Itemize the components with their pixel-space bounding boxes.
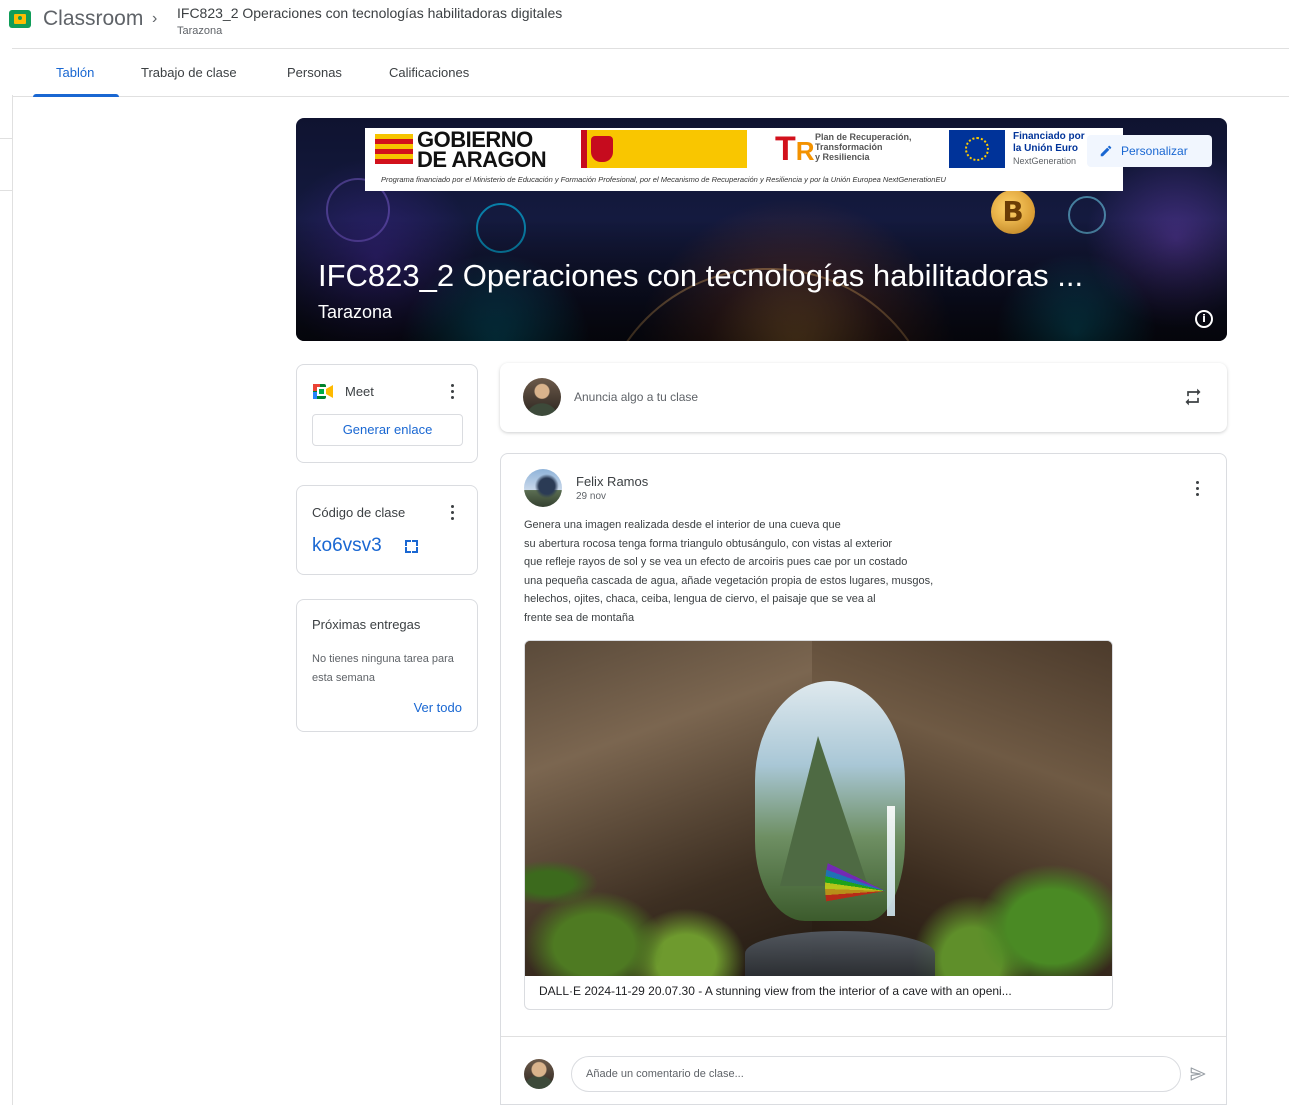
post-body-line: Genera una imagen realizada desde el int… [524, 519, 841, 531]
post-body-line: helechos, ojites, chaca, ceiba, lengua d… [524, 593, 876, 606]
class-section: Tarazona [318, 302, 393, 322]
app-name[interactable]: Classroom [43, 7, 143, 31]
funding-caption: Programa financiado por el Ministerio de… [381, 175, 946, 184]
top-app-bar: Classroom › IFC823_2 Operaciones con tec… [0, 0, 1289, 46]
spain-crest-icon [591, 136, 613, 162]
avatar [524, 1059, 554, 1089]
funding-logos: GOBIERNO DE ARAGON TR Plan de Recuperaci… [365, 128, 1123, 191]
class-banner: B GOBIERNO DE ARAGON TR Plan de Recupera… [296, 118, 1227, 341]
eu-line1: Financiado por [1013, 131, 1085, 142]
customize-button[interactable]: Personalizar [1087, 135, 1212, 167]
google-classroom-icon[interactable] [9, 10, 31, 28]
upcoming-empty-text: No tienes ninguna tarea para esta semana [312, 653, 454, 684]
tab-classwork[interactable]: Trabajo de clase [141, 65, 237, 80]
info-icon[interactable]: i [1195, 310, 1213, 328]
repost-icon[interactable] [1183, 387, 1203, 407]
author-avatar[interactable] [524, 469, 562, 507]
send-icon[interactable] [1189, 1065, 1207, 1083]
class-code-label: Código de clase [312, 505, 406, 520]
image-decor [912, 811, 1112, 976]
post-body: Genera una imagen realizada desde el int… [524, 516, 994, 628]
class-comment-input[interactable]: Añade un comentario de clase... [571, 1056, 1181, 1092]
upcoming-title: Próximas entregas [312, 617, 421, 632]
prtr-line1: Plan de Recuperación, [815, 132, 912, 142]
announce-placeholder[interactable]: Anuncia algo a tu clase [574, 390, 698, 404]
active-tab-indicator [33, 94, 119, 97]
eu-line3: NextGeneration [1013, 156, 1077, 166]
class-tabs: Tablón Trabajo de clase Personas Calific… [12, 48, 1289, 97]
post-body-line: una pequeña cascada de agua, añade veget… [524, 574, 934, 587]
left-rail-divider [12, 95, 13, 1105]
aragon-logo-text: GOBIERNO DE ARAGON [417, 129, 547, 172]
comment-divider [501, 1036, 1226, 1037]
more-vert-icon[interactable] [1195, 481, 1199, 499]
image-attachment[interactable]: DALL·E 2024-11-29 20.07.30 - A stunning … [524, 640, 1113, 1010]
eu-line2: la Unión Euro [1013, 143, 1078, 154]
stream-post: Felix Ramos 29 nov Genera una imagen rea… [500, 453, 1227, 1105]
generate-link-button[interactable]: Generar enlace [312, 414, 463, 446]
google-meet-icon [313, 384, 333, 399]
aragon-line2: DE ARAGON [417, 147, 547, 172]
spain-government-logo [581, 130, 747, 168]
image-decor [745, 931, 935, 976]
attachment-title[interactable]: DALL·E 2024-11-29 20.07.30 - A stunning … [539, 984, 1012, 998]
upcoming-card: Próximas entregas No tienes ninguna tare… [296, 599, 478, 732]
class-code-card: Código de clase ko6vsv3 [296, 485, 478, 575]
class-code-value: ko6vsv3 [312, 535, 382, 556]
tab-people[interactable]: Personas [287, 65, 342, 80]
avatar [523, 378, 561, 416]
left-rail-tick [0, 190, 12, 191]
prtr-logo-text: Plan de Recuperación, Transformación y R… [815, 132, 912, 162]
meet-card: Meet Generar enlace [296, 364, 478, 463]
meet-label: Meet [345, 384, 374, 399]
image-decor [887, 806, 895, 916]
chevron-right-icon: › [152, 10, 158, 27]
post-body-line: que refleje rayos de sol y se vea un efe… [524, 556, 908, 569]
prtr-line2: Transformación [815, 142, 883, 152]
aragon-flag-logo [375, 134, 413, 164]
post-author[interactable]: Felix Ramos [576, 474, 648, 489]
customize-label: Personalizar [1121, 144, 1188, 158]
announce-box[interactable]: Anuncia algo a tu clase [500, 363, 1227, 432]
prtr-logo: TR [775, 130, 815, 168]
more-vert-icon[interactable] [450, 505, 454, 523]
class-title: IFC823_2 Operaciones con tecnologías hab… [318, 258, 1084, 293]
post-date: 29 nov [576, 491, 607, 502]
image-decor [525, 821, 755, 976]
left-rail-tick [0, 138, 12, 139]
post-body-line: frente sea de montaña [524, 611, 635, 624]
eu-logo-text: Financiado por la Unión Euro NextGenerat… [1013, 131, 1085, 167]
view-all-link[interactable]: Ver todo [414, 700, 462, 715]
eu-flag-logo [949, 130, 1005, 168]
breadcrumb-class-title[interactable]: IFC823_2 Operaciones con tecnologías hab… [177, 5, 562, 21]
comment-placeholder: Añade un comentario de clase... [586, 1068, 744, 1080]
post-body-line: su abertura rocosa tenga forma triangulo… [524, 537, 893, 550]
attachment-thumbnail[interactable] [525, 641, 1112, 976]
breadcrumb-class-section: Tarazona [177, 25, 223, 37]
pencil-icon [1100, 145, 1112, 157]
tab-grades[interactable]: Calificaciones [389, 65, 469, 80]
fullscreen-icon[interactable] [405, 540, 418, 553]
prtr-line3: y Resiliencia [815, 152, 870, 162]
tab-stream[interactable]: Tablón [56, 65, 94, 80]
more-vert-icon[interactable] [450, 384, 454, 402]
